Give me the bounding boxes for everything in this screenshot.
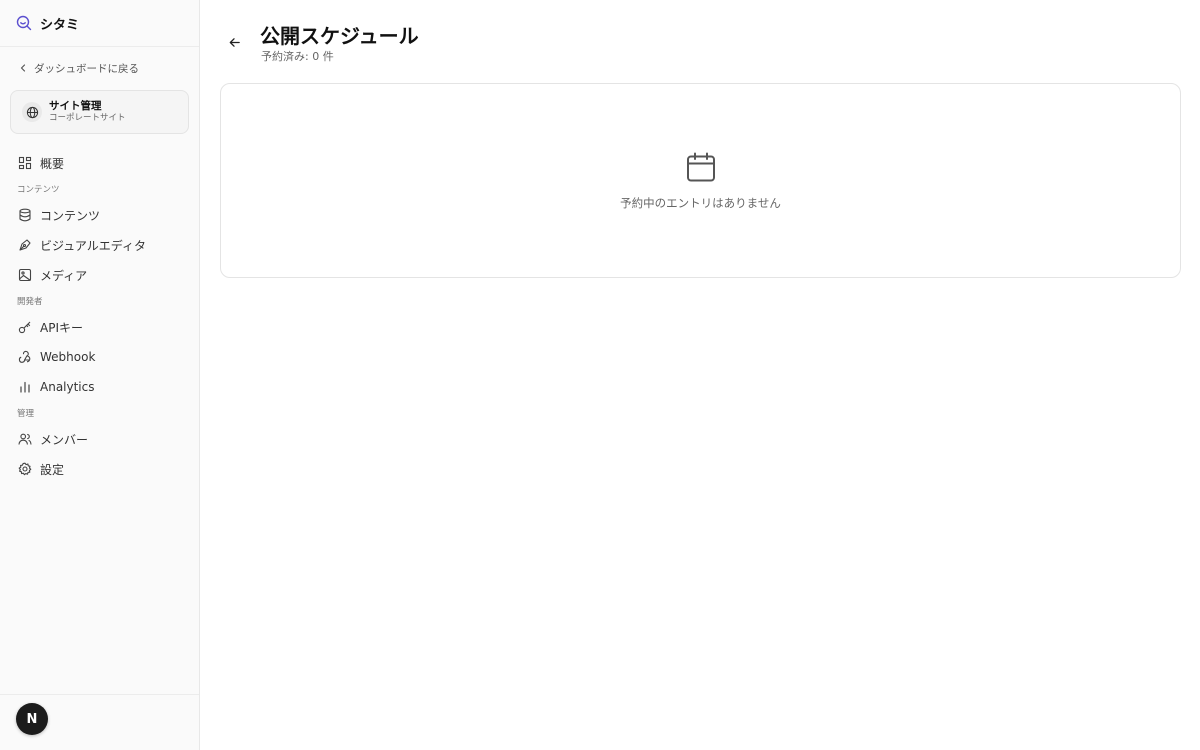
image-icon [18, 268, 32, 282]
brand[interactable]: シタミ [0, 0, 199, 47]
site-switcher-subtitle: コーポレートサイト [49, 113, 126, 123]
pen-tool-icon [18, 238, 32, 252]
page-title: 公開スケジュール [260, 24, 419, 48]
sidebar-item-api-keys[interactable]: APIキー [0, 312, 199, 342]
globe-icon [22, 102, 42, 122]
sidebar-item-webhook[interactable]: Webhook [0, 342, 199, 372]
empty-state-message: 予約中のエントリはありません [620, 196, 781, 210]
site-switcher[interactable]: サイト管理 コーポレートサイト [10, 90, 189, 134]
sidebar-item-label: APIキー [40, 320, 83, 335]
users-icon [18, 432, 32, 446]
sidebar-item-label: 概要 [40, 156, 65, 171]
sidebar-item-analytics[interactable]: Analytics [0, 372, 199, 402]
calendar-icon [685, 151, 717, 183]
sidebar-item-label: メディア [40, 268, 88, 283]
search-smile-icon [16, 15, 32, 31]
back-to-dashboard-link[interactable]: ダッシュボードに戻る [0, 58, 199, 78]
sidebar-item-members[interactable]: メンバー [0, 424, 199, 454]
sidebar-item-label: メンバー [40, 432, 89, 447]
section-label-management: 管理 [17, 409, 35, 419]
arrow-left-icon [228, 36, 241, 49]
page-subtitle: 予約済み: 0 件 [261, 50, 334, 63]
section-label-content: コンテンツ [17, 185, 60, 195]
back-to-dashboard-label: ダッシュボードに戻る [34, 62, 139, 75]
key-icon [18, 320, 32, 334]
sidebar-item-media[interactable]: メディア [0, 260, 199, 290]
chevron-left-icon [18, 63, 28, 73]
grid-icon [18, 156, 32, 170]
section-label-developer: 開発者 [17, 297, 43, 307]
database-icon [18, 208, 32, 222]
gear-icon [18, 462, 32, 476]
sidebar-item-settings[interactable]: 設定 [0, 454, 199, 484]
sidebar-item-visual-editor[interactable]: ビジュアルエディタ [0, 230, 199, 260]
sidebar-item-label: Analytics [40, 380, 95, 394]
site-switcher-text: サイト管理 コーポレートサイト [49, 100, 126, 124]
sidebar: シタミ ダッシュボードに戻る サイト管理 コーポレートサイト 概要 コンテンツ … [0, 0, 200, 750]
sidebar-item-label: コンテンツ [40, 208, 101, 223]
site-switcher-title: サイト管理 [49, 100, 102, 112]
main-content: 公開スケジュール 予約済み: 0 件 予約中のエントリはありません [200, 0, 1200, 750]
brand-name: シタミ [40, 17, 80, 33]
page-back-button[interactable] [224, 32, 244, 52]
sidebar-item-label: Webhook [40, 350, 96, 364]
sidebar-item-content[interactable]: コンテンツ [0, 200, 199, 230]
bar-chart-icon [18, 380, 32, 394]
sidebar-footer: N [0, 694, 199, 750]
app-root: シタミ ダッシュボードに戻る サイト管理 コーポレートサイト 概要 コンテンツ … [0, 0, 1200, 750]
sidebar-item-label: ビジュアルエディタ [40, 238, 146, 253]
webhook-icon [18, 350, 32, 364]
sidebar-item-label: 設定 [40, 462, 65, 477]
empty-state-card: 予約中のエントリはありません [220, 83, 1181, 278]
sidebar-item-overview[interactable]: 概要 [0, 148, 199, 178]
user-avatar[interactable]: N [16, 703, 48, 735]
